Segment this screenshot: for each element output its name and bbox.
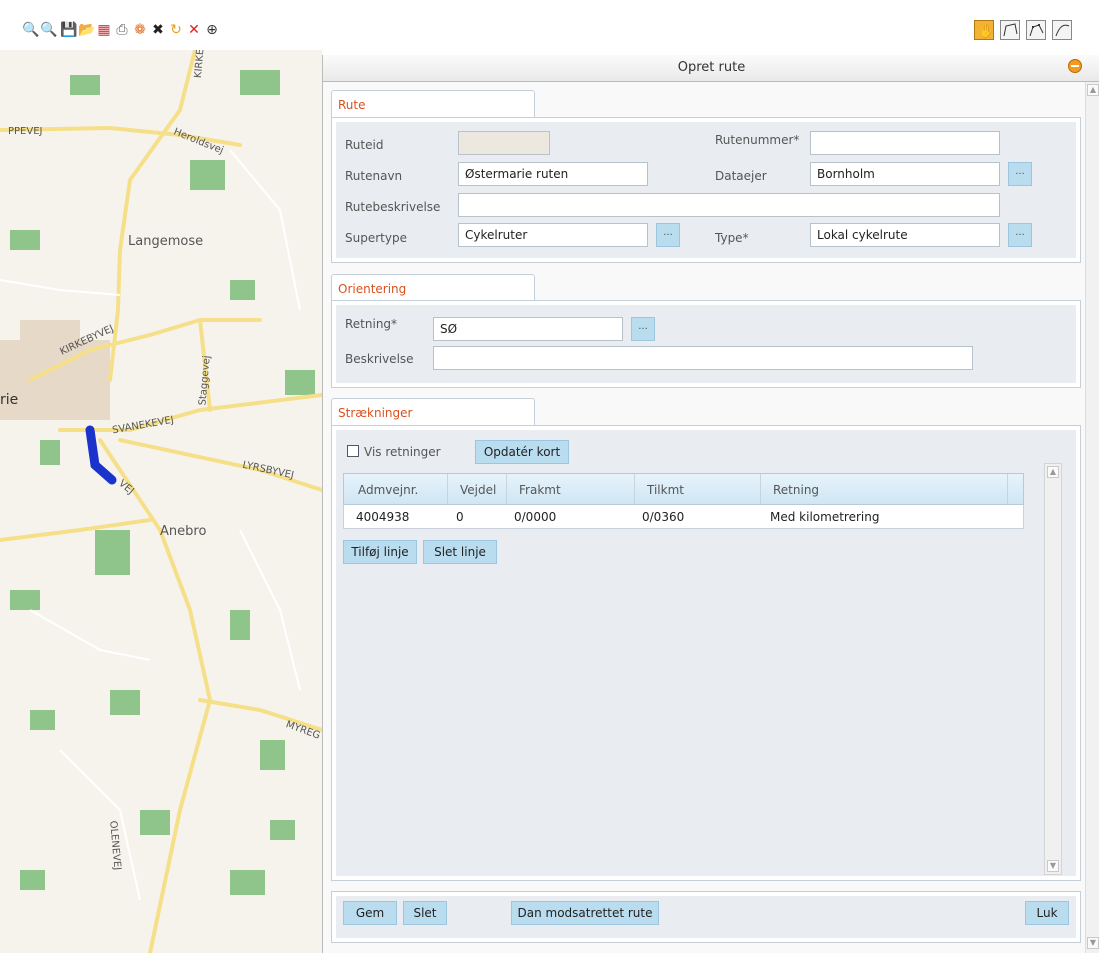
ruteid-label: Ruteid bbox=[345, 138, 384, 152]
column-header[interactable]: Retning bbox=[773, 483, 819, 497]
rutebeskrivelse-label: Rutebeskrivelse bbox=[345, 200, 441, 214]
draw-line-icon[interactable] bbox=[1000, 20, 1020, 40]
map[interactable]: PPEVEJ Heroldsvej KIRKE Langemose KIRKEB… bbox=[0, 50, 322, 953]
layers-icon[interactable]: ❁ bbox=[132, 22, 148, 38]
tab-rute-label: Rute bbox=[338, 98, 366, 112]
vejdel-cell: 0 bbox=[456, 510, 464, 524]
vis-retninger-label: Vis retninger bbox=[364, 445, 441, 459]
dan-modsatrettet-rute-button[interactable]: Dan modsatrettet rute bbox=[511, 901, 659, 925]
frakmt-cell: 0/0000 bbox=[514, 510, 557, 524]
scroll-up-icon[interactable]: ▲ bbox=[1087, 84, 1099, 96]
map-label: Anebro bbox=[160, 524, 207, 539]
zoom-out-icon[interactable]: 🔍 bbox=[22, 22, 39, 38]
gem-button[interactable]: Gem bbox=[343, 901, 397, 925]
table-row[interactable]: 4004938 0 0/0000 0/0360 Med kilometrerin… bbox=[343, 505, 1024, 529]
vis-retninger-checkbox[interactable] bbox=[347, 445, 359, 457]
dialog-title: Opret rute bbox=[677, 60, 746, 75]
retning-label: Retning* bbox=[345, 317, 398, 331]
type-label: Type* bbox=[715, 231, 749, 245]
tab-straekninger-label: Strækninger bbox=[338, 406, 413, 420]
supertype-browse-button[interactable]: ... bbox=[656, 223, 680, 247]
rutenummer-field[interactable] bbox=[810, 131, 1000, 155]
map-label: rie bbox=[0, 392, 19, 408]
tab-orientering-label: Orientering bbox=[338, 282, 407, 296]
crosshair-icon[interactable]: ⊕ bbox=[204, 22, 220, 38]
retning-browse-button[interactable]: ... bbox=[631, 317, 655, 341]
tab-orientering[interactable]: Orientering bbox=[331, 274, 535, 302]
svg-text:✋: ✋ bbox=[978, 23, 993, 39]
save-icon[interactable]: 💾 bbox=[60, 22, 77, 38]
delete-icon[interactable]: ✕ bbox=[186, 22, 202, 38]
beskrivelse-field[interactable] bbox=[433, 346, 973, 370]
tab-rute[interactable]: Rute bbox=[331, 90, 535, 118]
slet-button[interactable]: Slet bbox=[403, 901, 447, 925]
luk-button[interactable]: Luk bbox=[1025, 901, 1069, 925]
rutenavn-field[interactable]: Østermarie ruten bbox=[458, 162, 648, 186]
pan-hand-icon[interactable]: ✋ bbox=[974, 20, 994, 40]
zoom-in-icon[interactable]: 🔍 bbox=[40, 22, 57, 38]
dialog-scrollbar[interactable]: ▲ ▼ bbox=[1085, 82, 1099, 953]
print-icon[interactable]: ⎙ bbox=[114, 22, 130, 38]
supertype-label: Supertype bbox=[345, 231, 407, 245]
retning-cell: Med kilometrering bbox=[770, 510, 880, 524]
toolbar: 🔍 🔍 💾 📂 ▦ ⎙ ❁ ✖ ↻ ✕ ⊕ ✋ bbox=[0, 0, 1099, 50]
grid-scrollbar[interactable]: ▲ ▼ bbox=[1044, 463, 1062, 875]
dialog-header: Opret rute bbox=[323, 55, 1099, 82]
type-field[interactable]: Lokal cykelrute bbox=[810, 223, 1000, 247]
straekninger-grid-header: Admvejnr. Vejdel Frakmt Tilkmt Retning bbox=[343, 473, 1024, 505]
column-header[interactable]: Admvejnr. bbox=[358, 483, 418, 497]
map-canvas bbox=[0, 50, 322, 953]
grid-scroll-down-icon[interactable]: ▼ bbox=[1047, 860, 1059, 872]
grid-scroll-up-icon[interactable]: ▲ bbox=[1047, 466, 1059, 478]
tilfoej-linje-button[interactable]: Tilføj linje bbox=[343, 540, 417, 564]
map-label: Langemose bbox=[128, 234, 204, 249]
draw-arc-icon[interactable] bbox=[1052, 20, 1072, 40]
column-header[interactable]: Tilkmt bbox=[647, 483, 684, 497]
dataejer-field[interactable]: Bornholm bbox=[810, 162, 1000, 186]
tilkmt-cell: 0/0360 bbox=[642, 510, 685, 524]
edit-line-icon[interactable] bbox=[1026, 20, 1046, 40]
table-icon[interactable]: ▦ bbox=[96, 22, 112, 38]
tab-straekninger[interactable]: Strækninger bbox=[331, 398, 535, 426]
type-browse-button[interactable]: ... bbox=[1008, 223, 1032, 247]
slet-linje-button[interactable]: Slet linje bbox=[423, 540, 497, 564]
opret-rute-dialog: Opret rute ▲ ▼ Rute Ruteid Rutenummer* R… bbox=[322, 55, 1099, 953]
rutenavn-label: Rutenavn bbox=[345, 169, 403, 183]
dataejer-label: Dataejer bbox=[715, 169, 767, 183]
column-header[interactable]: Vejdel bbox=[460, 483, 496, 497]
supertype-field[interactable]: Cykelruter bbox=[458, 223, 648, 247]
rutebeskrivelse-field[interactable] bbox=[458, 193, 1000, 217]
opdater-kort-button[interactable]: Opdatér kort bbox=[475, 440, 569, 464]
scroll-down-icon[interactable]: ▼ bbox=[1087, 937, 1099, 949]
refresh-icon[interactable]: ↻ bbox=[168, 22, 184, 38]
map-label: PPEVEJ bbox=[8, 126, 43, 137]
column-header[interactable]: Frakmt bbox=[519, 483, 561, 497]
admvejnr-cell: 4004938 bbox=[356, 510, 410, 524]
remove-layer-icon[interactable]: ✖ bbox=[150, 22, 166, 38]
minimize-icon[interactable] bbox=[1068, 59, 1082, 73]
orientering-section bbox=[331, 300, 1081, 388]
rutenummer-label: Rutenummer* bbox=[715, 133, 800, 147]
beskrivelse-label: Beskrivelse bbox=[345, 352, 414, 366]
retning-field[interactable]: SØ bbox=[433, 317, 623, 341]
open-folder-icon[interactable]: 📂 bbox=[78, 22, 95, 38]
dataejer-browse-button[interactable]: ... bbox=[1008, 162, 1032, 186]
ruteid-field bbox=[458, 131, 550, 155]
